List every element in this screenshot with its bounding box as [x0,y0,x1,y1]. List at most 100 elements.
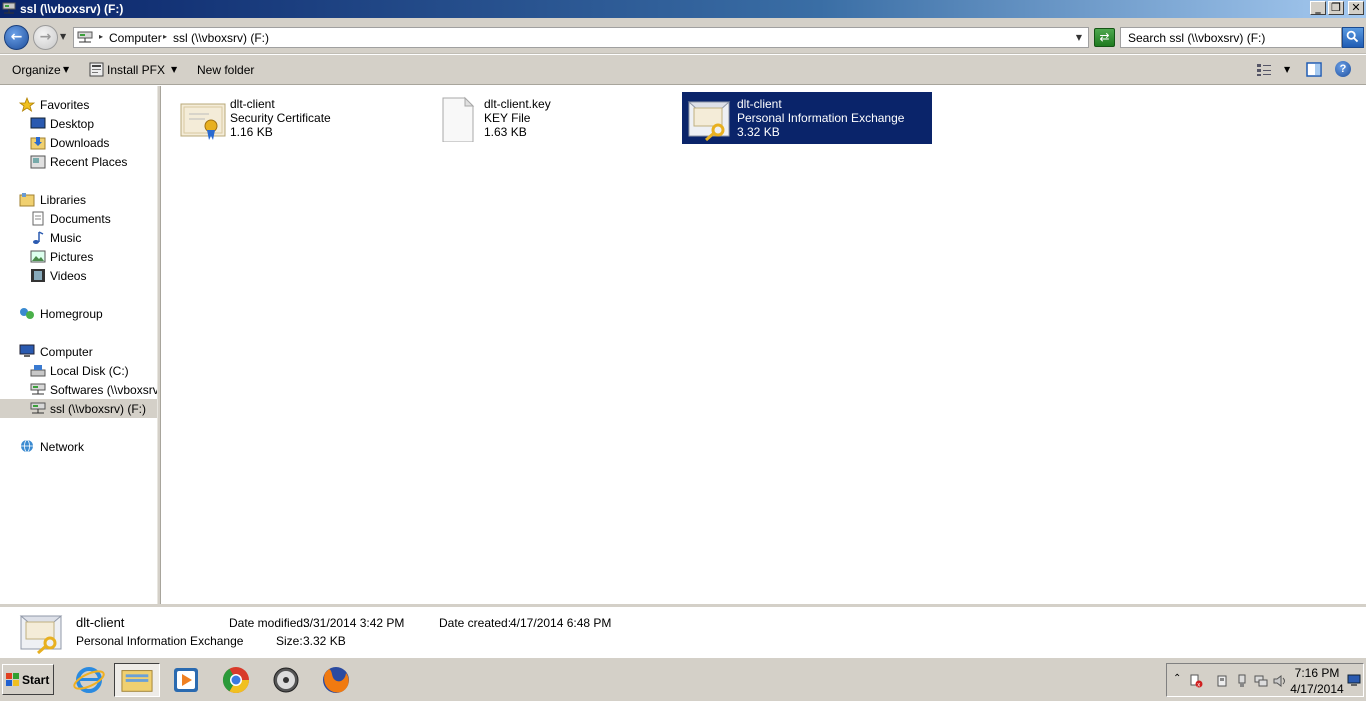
windows-logo-icon [6,673,19,686]
nav-downloads[interactable]: Downloads [0,133,157,152]
clock-time[interactable]: 7:16 PM [1287,666,1347,680]
network-status-icon[interactable] [1254,674,1268,688]
file-type: Security Certificate [230,111,331,125]
refresh-icon: ⇄ [1099,30,1110,44]
taskbar-internet-explorer[interactable] [66,663,112,697]
search-input[interactable] [1121,28,1341,47]
taskbar-firefox[interactable] [313,663,359,697]
file-name: dlt-client.key [484,97,551,111]
local-disk-icon [30,365,46,377]
nav-desktop[interactable]: Desktop [0,114,157,133]
search-icon [1346,30,1359,43]
nav-music[interactable]: Music [0,228,157,247]
videos-icon [31,269,45,282]
taskbar-media-player[interactable] [163,663,209,697]
taskbar-disc-app[interactable] [263,663,309,697]
breadcrumb-ssl[interactable]: ssl (\\vboxsrv) (F:) [173,31,269,45]
organize-dropdown-icon[interactable]: ▼ [63,65,69,74]
file-size: 3.32 KB [737,125,780,139]
taskbar-chrome[interactable] [213,663,259,697]
close-button[interactable]: ✕ [1348,1,1364,15]
nav-softwares-share[interactable]: Softwares (\\vboxsrv) [0,380,163,399]
details-file-type: Personal Information Exchange [76,634,244,648]
file-item-key[interactable]: dlt-client.key KEY File 1.63 KB [429,92,679,144]
help-icon[interactable]: ? [1335,61,1351,77]
device-icon[interactable] [1215,674,1229,688]
disc-icon [273,667,299,693]
show-hidden-icons-icon[interactable]: ⌃ [1173,673,1181,684]
file-type: Personal Information Exchange [737,111,905,125]
command-bar: Organize ▼ Install PFX ▼ New folder ▼ ? [0,55,1366,85]
minimize-button[interactable]: _ [1310,1,1326,15]
pfx-file-icon [687,101,731,142]
taskbar: Start ⌃ x 7:16 PM 4/17/2014 [0,657,1366,701]
nav-network[interactable]: Network [0,437,157,456]
organize-button[interactable]: Organize [12,63,61,77]
network-drive-icon [30,402,46,414]
nav-videos[interactable]: Videos [0,266,157,285]
show-desktop-icon[interactable] [1347,673,1361,687]
network-drive-icon [2,2,16,14]
volume-icon[interactable] [1273,674,1287,688]
nav-computer[interactable]: Computer [0,342,157,361]
action-center-warning-icon[interactable]: x [1189,674,1203,688]
search-button[interactable] [1342,27,1364,48]
change-view-icon[interactable] [1256,63,1272,77]
firefox-icon [323,667,349,693]
refresh-button[interactable]: ⇄ [1094,28,1115,47]
nav-libraries[interactable]: Libraries [0,190,157,209]
music-note-icon [33,231,44,244]
navigation-pane: Favorites Desktop Downloads Recent Place… [0,86,163,604]
file-item-certificate[interactable]: dlt-client Security Certificate 1.16 KB [175,92,425,144]
date-modified-value: 3/31/2014 3:42 PM [303,616,405,630]
network-drive-icon [77,31,93,43]
windows-explorer-icon [121,670,153,692]
nav-pictures[interactable]: Pictures [0,247,157,266]
notification-area: ⌃ x 7:16 PM 4/17/2014 [1166,663,1364,697]
usb-icon[interactable] [1235,674,1249,688]
file-list: dlt-client Security Certificate 1.16 KB … [161,86,1366,604]
breadcrumb-arrow-icon[interactable]: ▸ [99,32,103,41]
documents-icon [32,211,44,226]
file-name: dlt-client [737,97,782,111]
nav-favorites[interactable]: Favorites [0,95,157,114]
star-icon [19,97,35,112]
file-name: dlt-client [230,97,275,111]
size-value: 3.32 KB [303,634,346,648]
nav-documents[interactable]: Documents [0,209,157,228]
computer-icon [19,344,35,357]
media-player-icon [174,668,198,692]
nav-recent-places[interactable]: Recent Places [0,152,157,171]
internet-explorer-icon [73,667,105,693]
view-dropdown-icon[interactable]: ▼ [1284,65,1290,74]
search-box[interactable] [1120,27,1342,48]
file-item-pfx[interactable]: dlt-client Personal Information Exchange… [682,92,932,144]
back-button[interactable]: ← [4,25,29,50]
new-folder-button[interactable]: New folder [197,63,254,77]
pictures-icon [30,250,46,263]
address-field[interactable]: ▸ Computer ▸ ssl (\\vboxsrv) (F:) ▼ [73,27,1089,48]
blank-file-icon [442,96,475,142]
maximize-button[interactable]: ❐ [1328,1,1344,15]
start-button[interactable]: Start [2,664,54,695]
install-pfx-button[interactable]: Install PFX [107,63,165,77]
taskbar-windows-explorer[interactable] [114,663,160,697]
network-icon [21,439,33,453]
nav-homegroup[interactable]: Homegroup [0,304,157,323]
forward-button[interactable]: → [33,25,58,50]
install-pfx-dropdown-icon[interactable]: ▼ [171,65,177,74]
back-arrow-icon: ← [10,29,23,45]
recent-pages-dropdown-icon[interactable]: ▼ [60,32,66,41]
breadcrumb-computer[interactable]: Computer [109,31,162,45]
nav-local-disk[interactable]: Local Disk (C:) [0,361,157,380]
title-bar[interactable]: ssl (\\vboxsrv) (F:) _ ❐ ✕ [0,0,1366,18]
details-file-name: dlt-client [76,615,125,630]
breadcrumb-arrow-icon[interactable]: ▸ [163,32,167,41]
preview-pane-icon[interactable] [1306,62,1322,77]
date-created-value: 4/17/2014 6:48 PM [510,616,612,630]
address-dropdown-icon[interactable]: ▼ [1076,33,1082,42]
clock-date[interactable]: 4/17/2014 [1287,682,1347,696]
nav-ssl-share[interactable]: ssl (\\vboxsrv) (F:) [0,399,157,418]
recent-places-icon [30,155,46,169]
chrome-icon [222,667,250,694]
